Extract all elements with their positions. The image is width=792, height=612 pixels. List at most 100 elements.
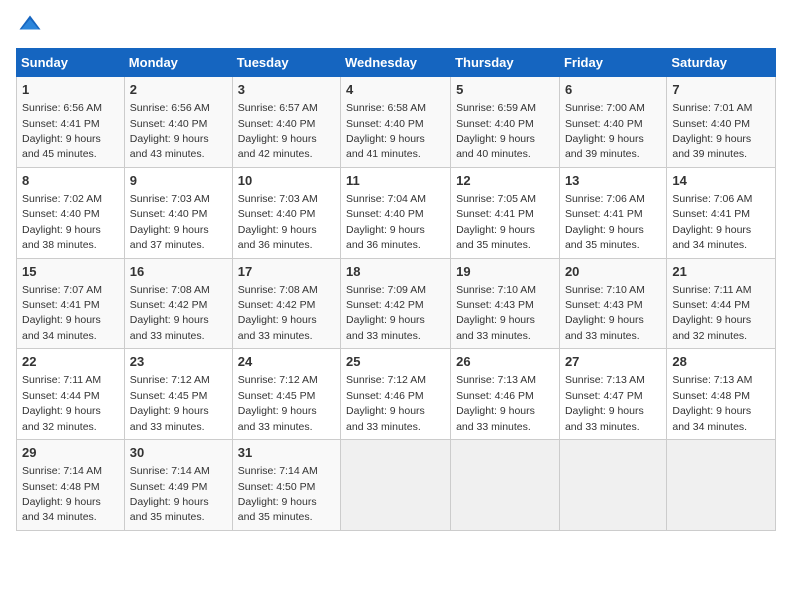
day-info: Sunrise: 7:03 AMSunset: 4:40 PMDaylight:… [130, 193, 210, 251]
day-number: 31 [238, 444, 335, 462]
day-number: 21 [672, 263, 770, 281]
calendar-cell [341, 440, 451, 531]
calendar-cell: 6 Sunrise: 7:00 AMSunset: 4:40 PMDayligh… [559, 77, 666, 168]
logo-icon [16, 12, 44, 40]
calendar-cell [451, 440, 560, 531]
calendar-cell: 28 Sunrise: 7:13 AMSunset: 4:48 PMDaylig… [667, 349, 776, 440]
day-header-tuesday: Tuesday [232, 49, 340, 77]
calendar-cell: 13 Sunrise: 7:06 AMSunset: 4:41 PMDaylig… [559, 167, 666, 258]
day-number: 19 [456, 263, 554, 281]
day-number: 12 [456, 172, 554, 190]
calendar-week-2: 8 Sunrise: 7:02 AMSunset: 4:40 PMDayligh… [17, 167, 776, 258]
calendar-cell: 26 Sunrise: 7:13 AMSunset: 4:46 PMDaylig… [451, 349, 560, 440]
day-header-thursday: Thursday [451, 49, 560, 77]
day-info: Sunrise: 7:02 AMSunset: 4:40 PMDaylight:… [22, 193, 102, 251]
day-info: Sunrise: 7:03 AMSunset: 4:40 PMDaylight:… [238, 193, 318, 251]
calendar-cell: 24 Sunrise: 7:12 AMSunset: 4:45 PMDaylig… [232, 349, 340, 440]
day-number: 11 [346, 172, 445, 190]
page-container: SundayMondayTuesdayWednesdayThursdayFrid… [0, 0, 792, 539]
day-info: Sunrise: 7:09 AMSunset: 4:42 PMDaylight:… [346, 284, 426, 342]
calendar-cell: 30 Sunrise: 7:14 AMSunset: 4:49 PMDaylig… [124, 440, 232, 531]
calendar-week-4: 22 Sunrise: 7:11 AMSunset: 4:44 PMDaylig… [17, 349, 776, 440]
day-info: Sunrise: 7:13 AMSunset: 4:48 PMDaylight:… [672, 374, 752, 432]
day-info: Sunrise: 7:11 AMSunset: 4:44 PMDaylight:… [672, 284, 751, 342]
calendar-cell: 20 Sunrise: 7:10 AMSunset: 4:43 PMDaylig… [559, 258, 666, 349]
day-info: Sunrise: 7:12 AMSunset: 4:45 PMDaylight:… [238, 374, 318, 432]
calendar-cell: 25 Sunrise: 7:12 AMSunset: 4:46 PMDaylig… [341, 349, 451, 440]
day-number: 27 [565, 353, 661, 371]
logo [16, 12, 48, 40]
calendar-week-5: 29 Sunrise: 7:14 AMSunset: 4:48 PMDaylig… [17, 440, 776, 531]
calendar-cell: 14 Sunrise: 7:06 AMSunset: 4:41 PMDaylig… [667, 167, 776, 258]
calendar-cell: 7 Sunrise: 7:01 AMSunset: 4:40 PMDayligh… [667, 77, 776, 168]
calendar-week-3: 15 Sunrise: 7:07 AMSunset: 4:41 PMDaylig… [17, 258, 776, 349]
day-number: 1 [22, 81, 119, 99]
day-info: Sunrise: 7:08 AMSunset: 4:42 PMDaylight:… [130, 284, 210, 342]
day-number: 13 [565, 172, 661, 190]
day-number: 3 [238, 81, 335, 99]
day-number: 25 [346, 353, 445, 371]
day-info: Sunrise: 7:01 AMSunset: 4:40 PMDaylight:… [672, 102, 752, 160]
calendar-cell: 29 Sunrise: 7:14 AMSunset: 4:48 PMDaylig… [17, 440, 125, 531]
day-number: 10 [238, 172, 335, 190]
calendar-cell: 27 Sunrise: 7:13 AMSunset: 4:47 PMDaylig… [559, 349, 666, 440]
day-header-friday: Friday [559, 49, 666, 77]
calendar-header-row: SundayMondayTuesdayWednesdayThursdayFrid… [17, 49, 776, 77]
day-info: Sunrise: 7:00 AMSunset: 4:40 PMDaylight:… [565, 102, 645, 160]
day-info: Sunrise: 6:58 AMSunset: 4:40 PMDaylight:… [346, 102, 426, 160]
day-header-saturday: Saturday [667, 49, 776, 77]
day-info: Sunrise: 6:57 AMSunset: 4:40 PMDaylight:… [238, 102, 318, 160]
day-number: 2 [130, 81, 227, 99]
calendar-cell [667, 440, 776, 531]
day-number: 6 [565, 81, 661, 99]
day-info: Sunrise: 7:12 AMSunset: 4:46 PMDaylight:… [346, 374, 426, 432]
calendar-cell [559, 440, 666, 531]
day-number: 30 [130, 444, 227, 462]
calendar-cell: 19 Sunrise: 7:10 AMSunset: 4:43 PMDaylig… [451, 258, 560, 349]
day-number: 15 [22, 263, 119, 281]
calendar-cell: 9 Sunrise: 7:03 AMSunset: 4:40 PMDayligh… [124, 167, 232, 258]
day-info: Sunrise: 6:56 AMSunset: 4:41 PMDaylight:… [22, 102, 102, 160]
day-header-wednesday: Wednesday [341, 49, 451, 77]
calendar-cell: 3 Sunrise: 6:57 AMSunset: 4:40 PMDayligh… [232, 77, 340, 168]
header [16, 12, 776, 40]
day-info: Sunrise: 7:14 AMSunset: 4:48 PMDaylight:… [22, 465, 102, 523]
calendar-cell: 2 Sunrise: 6:56 AMSunset: 4:40 PMDayligh… [124, 77, 232, 168]
day-number: 18 [346, 263, 445, 281]
day-info: Sunrise: 7:05 AMSunset: 4:41 PMDaylight:… [456, 193, 536, 251]
calendar-cell: 11 Sunrise: 7:04 AMSunset: 4:40 PMDaylig… [341, 167, 451, 258]
day-info: Sunrise: 6:56 AMSunset: 4:40 PMDaylight:… [130, 102, 210, 160]
day-header-monday: Monday [124, 49, 232, 77]
day-number: 23 [130, 353, 227, 371]
day-info: Sunrise: 7:04 AMSunset: 4:40 PMDaylight:… [346, 193, 426, 251]
day-number: 8 [22, 172, 119, 190]
calendar-cell: 8 Sunrise: 7:02 AMSunset: 4:40 PMDayligh… [17, 167, 125, 258]
day-number: 22 [22, 353, 119, 371]
day-info: Sunrise: 7:10 AMSunset: 4:43 PMDaylight:… [456, 284, 536, 342]
calendar-cell: 12 Sunrise: 7:05 AMSunset: 4:41 PMDaylig… [451, 167, 560, 258]
calendar-cell: 23 Sunrise: 7:12 AMSunset: 4:45 PMDaylig… [124, 349, 232, 440]
day-info: Sunrise: 7:08 AMSunset: 4:42 PMDaylight:… [238, 284, 318, 342]
calendar-cell: 4 Sunrise: 6:58 AMSunset: 4:40 PMDayligh… [341, 77, 451, 168]
day-info: Sunrise: 7:07 AMSunset: 4:41 PMDaylight:… [22, 284, 102, 342]
day-number: 16 [130, 263, 227, 281]
calendar-week-1: 1 Sunrise: 6:56 AMSunset: 4:41 PMDayligh… [17, 77, 776, 168]
calendar-cell: 22 Sunrise: 7:11 AMSunset: 4:44 PMDaylig… [17, 349, 125, 440]
day-info: Sunrise: 7:10 AMSunset: 4:43 PMDaylight:… [565, 284, 645, 342]
day-info: Sunrise: 7:11 AMSunset: 4:44 PMDaylight:… [22, 374, 101, 432]
day-number: 4 [346, 81, 445, 99]
calendar-cell: 5 Sunrise: 6:59 AMSunset: 4:40 PMDayligh… [451, 77, 560, 168]
day-info: Sunrise: 7:12 AMSunset: 4:45 PMDaylight:… [130, 374, 210, 432]
day-info: Sunrise: 6:59 AMSunset: 4:40 PMDaylight:… [456, 102, 536, 160]
day-info: Sunrise: 7:06 AMSunset: 4:41 PMDaylight:… [672, 193, 752, 251]
day-info: Sunrise: 7:14 AMSunset: 4:49 PMDaylight:… [130, 465, 210, 523]
day-header-sunday: Sunday [17, 49, 125, 77]
day-number: 29 [22, 444, 119, 462]
calendar-cell: 16 Sunrise: 7:08 AMSunset: 4:42 PMDaylig… [124, 258, 232, 349]
calendar-table: SundayMondayTuesdayWednesdayThursdayFrid… [16, 48, 776, 531]
calendar-cell: 17 Sunrise: 7:08 AMSunset: 4:42 PMDaylig… [232, 258, 340, 349]
calendar-cell: 1 Sunrise: 6:56 AMSunset: 4:41 PMDayligh… [17, 77, 125, 168]
day-info: Sunrise: 7:13 AMSunset: 4:47 PMDaylight:… [565, 374, 645, 432]
day-number: 24 [238, 353, 335, 371]
day-number: 7 [672, 81, 770, 99]
